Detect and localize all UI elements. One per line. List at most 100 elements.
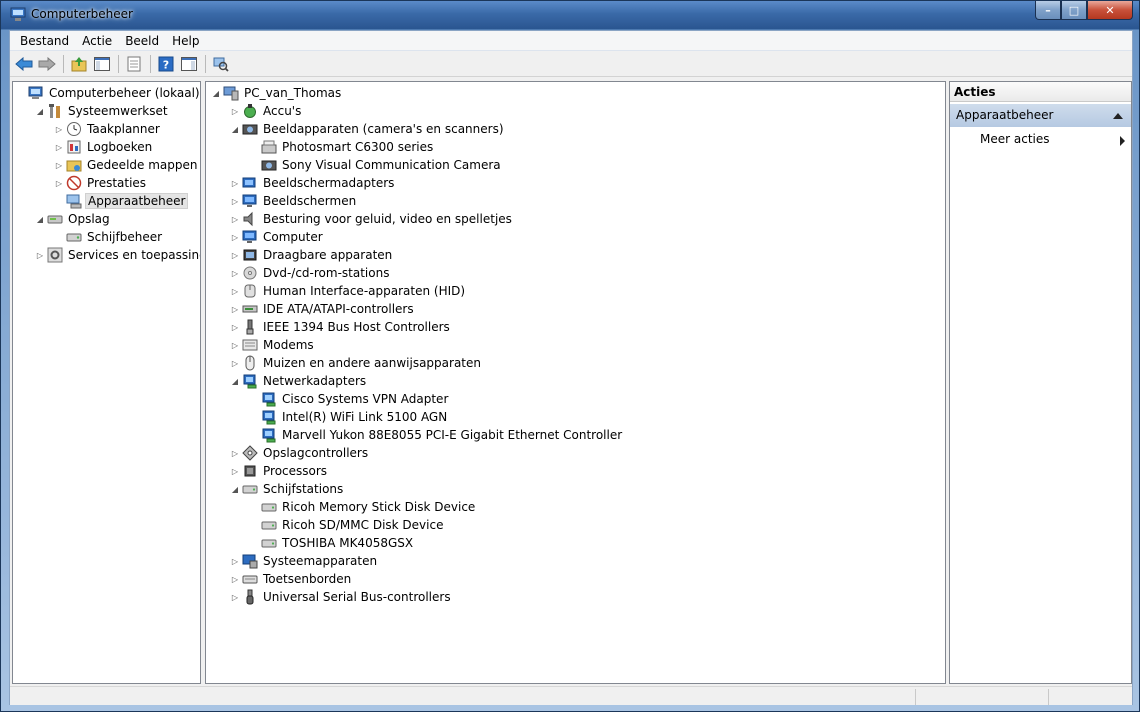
expand-arrow-icon[interactable]: ▷ <box>230 448 240 458</box>
tree-node[interactable]: ◢ Beeldapparaten (camera's en scanners) <box>230 120 506 138</box>
tree-node[interactable]: ▷ Human Interface-apparaten (HID) <box>230 282 467 300</box>
mouse-icon <box>242 355 258 371</box>
close-button[interactable]: ✕ <box>1087 1 1133 20</box>
collapse-icon[interactable] <box>1113 113 1123 119</box>
expand-arrow-icon[interactable]: ▷ <box>230 592 240 602</box>
menu-bestand[interactable]: Bestand <box>14 31 76 50</box>
tree-node[interactable]: ◢ PC_van_Thomas <box>211 84 343 102</box>
up-button[interactable] <box>68 54 90 74</box>
tree-node[interactable]: Photosmart C6300 series <box>249 138 435 156</box>
expand-arrow-icon[interactable]: ▷ <box>230 304 240 314</box>
up-folder-icon <box>71 56 87 71</box>
export-list-button[interactable] <box>123 54 145 74</box>
tree-node[interactable]: ▷ Prestaties <box>54 174 148 192</box>
clock-icon <box>66 121 82 137</box>
expand-arrow-icon[interactable]: ▷ <box>230 358 240 368</box>
expand-arrow-icon[interactable]: ▷ <box>230 178 240 188</box>
expand-arrow-icon[interactable]: ▷ <box>54 160 64 170</box>
tree-node-label: Prestaties <box>87 176 147 190</box>
menu-actie[interactable]: Actie <box>76 31 119 50</box>
expand-arrow-icon[interactable]: ▷ <box>230 556 240 566</box>
expand-arrow-icon[interactable]: ▷ <box>54 142 64 152</box>
dvd-icon <box>242 265 258 281</box>
maximize-button[interactable]: □ <box>1061 1 1087 20</box>
title-bar[interactable]: Computerbeheer – □ ✕ <box>1 1 1139 29</box>
tree-node[interactable]: ▷ Accu's <box>230 102 303 120</box>
tree-node[interactable]: ◢ Schijfstations <box>230 480 345 498</box>
tree-node[interactable]: Cisco Systems VPN Adapter <box>249 390 450 408</box>
show-hide-action-pane-button[interactable] <box>178 54 200 74</box>
tree-node-label: Taakplanner <box>87 122 160 136</box>
tree-node[interactable]: ▷ IDE ATA/ATAPI-controllers <box>230 300 416 318</box>
tree-node-label: TOSHIBA MK4058GSX <box>282 536 414 550</box>
tree-node[interactable]: ▷ Gedeelde mappen <box>54 156 199 174</box>
collapse-arrow-icon[interactable]: ◢ <box>230 124 240 134</box>
collapse-arrow-icon[interactable]: ◢ <box>230 484 240 494</box>
expand-arrow-icon[interactable]: ▷ <box>230 232 240 242</box>
tree-node[interactable]: Intel(R) WiFi Link 5100 AGN <box>249 408 449 426</box>
show-hide-tree-button[interactable] <box>91 54 113 74</box>
tree-node[interactable]: ▷ Processors <box>230 462 329 480</box>
back-button[interactable] <box>13 54 35 74</box>
expand-arrow-icon[interactable]: ▷ <box>54 124 64 134</box>
menu-help[interactable]: Help <box>166 31 206 50</box>
tree-node[interactable]: ▷ Systeemapparaten <box>230 552 379 570</box>
toolbar-separator <box>118 54 119 73</box>
minimize-button[interactable]: – <box>1035 1 1061 20</box>
expand-arrow-icon[interactable]: ▷ <box>230 466 240 476</box>
menu-bar: Bestand Actie Beeld Help <box>10 31 1132 51</box>
scan-hardware-button[interactable] <box>210 54 232 74</box>
tree-node[interactable]: ▷ IEEE 1394 Bus Host Controllers <box>230 318 452 336</box>
toolbar-separator <box>205 54 206 73</box>
tree-node[interactable]: ▷ Computer <box>230 228 325 246</box>
tree-node-label: Opslagcontrollers <box>263 446 369 460</box>
tree-node[interactable]: Ricoh Memory Stick Disk Device <box>249 498 477 516</box>
help-button[interactable]: ? <box>155 54 177 74</box>
collapse-arrow-icon[interactable]: ◢ <box>211 88 221 98</box>
expand-arrow-icon[interactable]: ▷ <box>230 268 240 278</box>
collapse-arrow-icon[interactable]: ◢ <box>35 214 45 224</box>
tree-node[interactable]: ▷ Toetsenborden <box>230 570 353 588</box>
expand-arrow-icon[interactable]: ▷ <box>230 574 240 584</box>
tree-node[interactable]: ▷ Logboeken <box>54 138 154 156</box>
expand-arrow-icon[interactable]: ▷ <box>230 214 240 224</box>
expand-arrow-icon[interactable]: ▷ <box>230 250 240 260</box>
actions-section-apparaatbeheer[interactable]: Apparaatbeheer <box>950 104 1131 127</box>
expand-arrow-icon[interactable]: ▷ <box>35 250 45 260</box>
expand-arrow-icon[interactable]: ▷ <box>230 196 240 206</box>
portable-device-icon <box>242 247 258 263</box>
tree-node[interactable]: ▷ Dvd-/cd-rom-stations <box>230 264 391 282</box>
menu-beeld[interactable]: Beeld <box>119 31 166 50</box>
tree-node[interactable]: TOSHIBA MK4058GSX <box>249 534 415 552</box>
collapse-arrow-icon[interactable]: ◢ <box>230 376 240 386</box>
tree-node[interactable]: ▷ Beeldschermadapters <box>230 174 396 192</box>
collapse-arrow-icon[interactable]: ◢ <box>35 106 45 116</box>
tree-node[interactable]: Schijfbeheer <box>54 228 164 246</box>
tree-node[interactable]: ▷ Universal Serial Bus-controllers <box>230 588 453 606</box>
expand-arrow-icon[interactable]: ▷ <box>230 322 240 332</box>
tree-node[interactable]: ▷ Besturing voor geluid, video en spellet… <box>230 210 514 228</box>
expand-arrow-icon[interactable]: ▷ <box>230 340 240 350</box>
tree-node[interactable]: ▷ Beeldschermen <box>230 192 358 210</box>
tree-node[interactable]: ▷ Muizen en andere aanwijsapparaten <box>230 354 483 372</box>
tree-node[interactable]: ◢ Netwerkadapters <box>230 372 368 390</box>
expand-arrow-icon[interactable]: ▷ <box>54 178 64 188</box>
tree-node[interactable]: ▷ Taakplanner <box>54 120 162 138</box>
window: Computerbeheer – □ ✕ Bestand Actie Beeld… <box>0 0 1140 712</box>
forward-button[interactable] <box>36 54 58 74</box>
expand-arrow-icon[interactable]: ▷ <box>230 286 240 296</box>
tree-node[interactable]: Apparaatbeheer <box>54 192 189 210</box>
tree-node[interactable]: ▷ Modems <box>230 336 316 354</box>
tree-node[interactable]: ◢ Opslag <box>35 210 112 228</box>
more-actions-item[interactable]: Meer acties <box>950 127 1131 149</box>
expand-arrow-icon[interactable]: ▷ <box>230 106 240 116</box>
tree-node[interactable]: Sony Visual Communication Camera <box>249 156 503 174</box>
tree-node[interactable]: ▷ Services en toepassingen <box>35 246 200 264</box>
tree-node[interactable]: Computerbeheer (lokaal) <box>16 84 200 102</box>
tree-node[interactable]: ▷ Opslagcontrollers <box>230 444 370 462</box>
tree-node[interactable]: ◢ Systeemwerkset <box>35 102 170 120</box>
tree-node[interactable]: Marvell Yukon 88E8055 PCI-E Gigabit Ethe… <box>249 426 624 444</box>
tree-node[interactable]: Ricoh SD/MMC Disk Device <box>249 516 445 534</box>
tree-node-label: Netwerkadapters <box>263 374 367 388</box>
tree-node[interactable]: ▷ Draagbare apparaten <box>230 246 394 264</box>
